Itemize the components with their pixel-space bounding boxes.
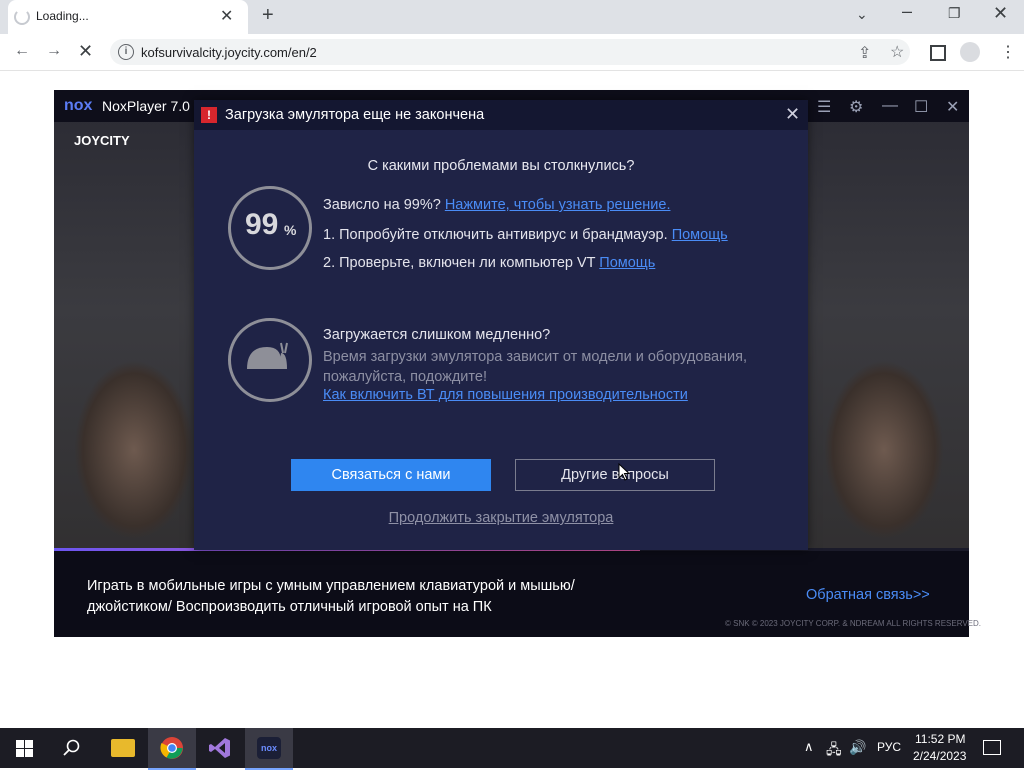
restore-icon[interactable]: ❐: [948, 5, 961, 22]
slow-desc-1: Время загрузки эмулятора зависит от моде…: [323, 349, 748, 365]
language-indicator[interactable]: РУС: [877, 740, 901, 754]
joycity-logo: JOYCITY: [74, 133, 130, 148]
network-icon[interactable]: 🖧: [826, 739, 842, 763]
stuck-line: Зависло на 99%? Нажмите, чтобы узнать ре…: [323, 197, 670, 213]
stuck-solution-link[interactable]: Нажмите, чтобы узнать решение.: [445, 197, 671, 213]
stuck-label: Зависло на 99%?: [323, 197, 441, 213]
back-icon[interactable]: ←: [14, 42, 30, 60]
vt-help-link[interactable]: Как включить ВТ для повышения производит…: [323, 387, 688, 403]
bookmark-star-icon[interactable]: ☆: [890, 42, 904, 62]
forward-icon[interactable]: →: [46, 42, 62, 60]
tip-1-help-link[interactable]: Помощь: [672, 227, 728, 243]
chrome-icon[interactable]: [160, 736, 184, 760]
share-icon[interactable]: ⇪: [858, 43, 871, 63]
windows-start-icon[interactable]: [16, 740, 33, 757]
dialog-title: Загрузка эмулятора еще не закончена: [225, 107, 485, 123]
mouse-cursor-icon: [618, 463, 630, 481]
tip-1-text: 1. Попробуйте отключить антивирус и бран…: [323, 227, 668, 243]
continue-close-link[interactable]: Продолжить закрытие эмулятора: [194, 510, 808, 526]
percent-sign: %: [284, 222, 297, 238]
copyright-text: © SNK © 2023 JOYCITY CORP. & NDREAM ALL …: [725, 619, 982, 628]
clock-date[interactable]: 2/24/2023: [913, 749, 966, 763]
slow-title: Загружается слишком медленно?: [323, 327, 551, 343]
feedback-link[interactable]: Обратная связь>>: [806, 587, 930, 603]
tab-search-chevron-icon[interactable]: ⌄: [856, 6, 868, 23]
notifications-icon[interactable]: [983, 740, 1001, 755]
stop-icon[interactable]: ✕: [78, 41, 93, 62]
slow-desc-2: пожалуйста, подождите!: [323, 369, 487, 385]
nox-app-name: NoxPlayer 7.0: [102, 98, 190, 114]
tab-title: Loading...: [36, 9, 89, 23]
new-tab-icon[interactable]: +: [262, 4, 274, 27]
site-info-icon[interactable]: i: [118, 44, 134, 60]
zombie-hand-left-image: [74, 360, 194, 540]
zombie-hand-right-image: [824, 360, 944, 540]
other-questions-button[interactable]: Другие вопросы: [515, 459, 715, 491]
tab-close-icon[interactable]: ✕: [220, 6, 233, 26]
nox-logo: nox: [64, 97, 93, 114]
search-icon[interactable]: [63, 739, 81, 757]
show-hidden-icons-icon[interactable]: ∧: [804, 739, 814, 755]
profile-avatar-icon[interactable]: [960, 42, 980, 62]
nox-taskbar-icon[interactable]: nox: [257, 737, 281, 759]
side-panel-icon[interactable]: [930, 45, 946, 61]
nox-minimize-icon[interactable]: —: [882, 97, 898, 115]
dialog-question: С какими проблемами вы столкнулись?: [367, 158, 635, 174]
url-text[interactable]: kofsurvivalcity.joycity.com/en/2: [141, 45, 317, 60]
stuck-percent: 99: [245, 208, 279, 241]
promo-text: Играть в мобильные игры с умным управлен…: [87, 578, 575, 615]
tip-2-help-link[interactable]: Помощь: [599, 255, 655, 271]
nox-settings-gear-icon[interactable]: ⚙: [849, 97, 863, 117]
visual-studio-icon[interactable]: [208, 736, 232, 760]
clock-time[interactable]: 11:52 PM: [915, 732, 965, 746]
nox-maximize-icon[interactable]: ☐: [914, 97, 928, 117]
browser-menu-icon[interactable]: ⋮: [1000, 42, 1016, 62]
warning-icon: !: [201, 107, 217, 123]
file-explorer-icon[interactable]: [111, 739, 135, 757]
dialog-close-icon[interactable]: ✕: [785, 104, 800, 125]
window-close-icon[interactable]: ✕: [993, 3, 1008, 24]
snail-icon: [247, 342, 288, 369]
contact-us-button[interactable]: Связаться с нами: [291, 459, 491, 491]
tip-1: 1. Попробуйте отключить антивирус и бран…: [323, 227, 728, 243]
tip-2-text: 2. Проверьте, включен ли компьютер VT: [323, 255, 596, 271]
tip-2: 2. Проверьте, включен ли компьютер VT По…: [323, 255, 655, 271]
nox-close-icon[interactable]: ✕: [946, 97, 959, 117]
loading-spinner-icon: [14, 9, 30, 25]
minimize-icon[interactable]: –: [902, 1, 912, 22]
nox-menu-icon[interactable]: ☰: [817, 97, 831, 117]
volume-icon[interactable]: 🔊: [849, 739, 866, 756]
